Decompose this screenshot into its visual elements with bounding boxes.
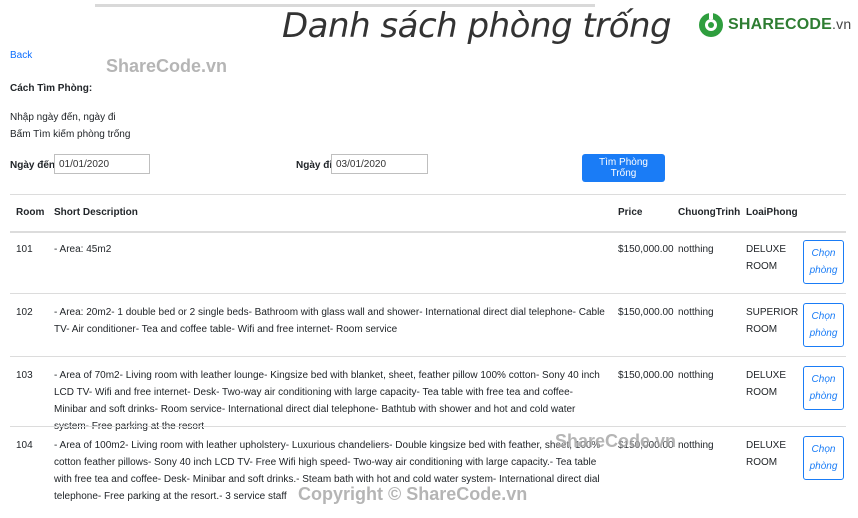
table-top-border xyxy=(10,194,846,195)
checkin-date-input[interactable] xyxy=(54,154,150,174)
choose-room-button[interactable]: Chọn phòng xyxy=(803,436,844,480)
room-number: 104 xyxy=(16,440,33,451)
room-program: notthing xyxy=(678,244,714,255)
checkout-date-input[interactable] xyxy=(331,154,428,174)
room-program: notthing xyxy=(678,307,714,318)
logo-text: SHARECODE.vn xyxy=(728,16,851,34)
room-type: DELUXE ROOM xyxy=(746,370,787,398)
checkin-label: Ngày đến: xyxy=(10,160,59,171)
room-description: - Area: 20m2- 1 double bed or 2 single b… xyxy=(54,307,605,335)
watermark-bottom: Copyright © ShareCode.vn xyxy=(298,484,528,504)
row-divider xyxy=(10,356,846,357)
sharecode-logo: SHARECODE.vn xyxy=(698,12,851,38)
checkout-label: Ngày đi: xyxy=(296,160,336,171)
room-price: $150,000.00 xyxy=(618,307,674,318)
choose-room-button[interactable]: Chọn phòng xyxy=(803,366,844,410)
instructions-step-1: Nhập ngày đến, ngày đi xyxy=(10,112,116,123)
header-description: Short Description xyxy=(54,207,138,218)
table-header-border xyxy=(10,231,846,233)
header-room-type: LoaiPhong xyxy=(746,207,798,218)
header-price: Price xyxy=(618,207,643,218)
room-description: - Area of 70m2- Living room with leather… xyxy=(54,370,600,432)
page-title: Danh sách phòng trống xyxy=(282,6,672,46)
instructions-heading: Cách Tìm Phòng: xyxy=(10,83,93,94)
choose-room-button[interactable]: Chọn phòng xyxy=(803,303,844,347)
room-price: $150,000.00 xyxy=(618,244,674,255)
room-program: notthing xyxy=(678,440,714,451)
watermark-middle: ShareCode.vn xyxy=(555,431,677,451)
search-rooms-button[interactable]: Tìm Phòng Trống xyxy=(582,154,665,182)
room-price: $150,000.00 xyxy=(618,370,674,381)
room-type: DELUXE ROOM xyxy=(746,440,787,468)
logo-brand: SHARECODE xyxy=(728,16,833,33)
room-description: - Area: 45m2 xyxy=(54,244,112,255)
row-divider xyxy=(10,426,846,427)
room-number: 102 xyxy=(16,307,33,318)
back-link[interactable]: Back xyxy=(10,50,32,61)
header-room: Room xyxy=(16,207,45,218)
instructions-step-2: Bấm Tìm kiếm phòng trống xyxy=(10,129,131,140)
watermark-top: ShareCode.vn xyxy=(106,56,228,76)
sharecode-logo-icon xyxy=(699,13,723,37)
room-type: SUPERIOR ROOM xyxy=(746,307,799,335)
row-divider xyxy=(10,293,846,294)
room-program: notthing xyxy=(678,370,714,381)
room-number: 101 xyxy=(16,244,33,255)
choose-room-button[interactable]: Chọn phòng xyxy=(803,240,844,284)
header-program: ChuongTrinh xyxy=(678,207,741,218)
room-type: DELUXE ROOM xyxy=(746,244,787,272)
room-number: 103 xyxy=(16,370,33,381)
logo-domain: .vn xyxy=(832,16,852,32)
